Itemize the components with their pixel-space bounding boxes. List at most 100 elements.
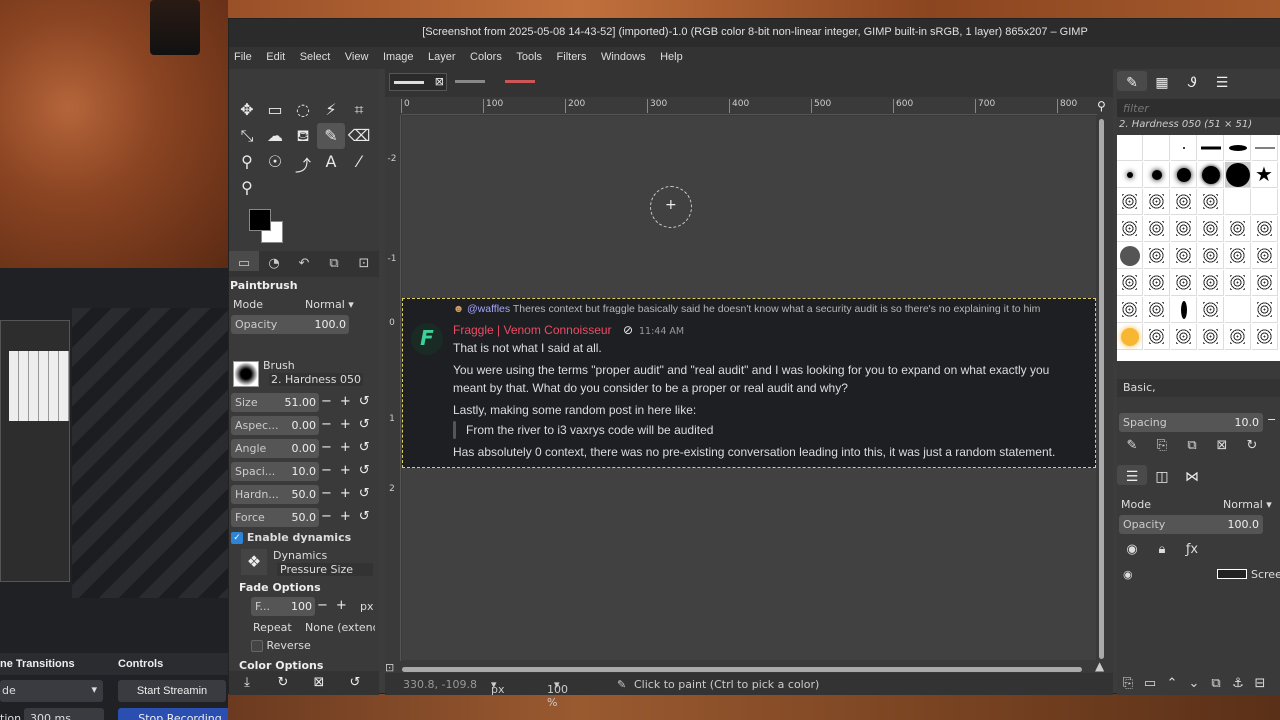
brush-cell[interactable] xyxy=(1252,216,1278,242)
force-slider[interactable]: Force 50.0 xyxy=(231,508,319,527)
brush-cell[interactable] xyxy=(1171,297,1197,323)
brushes-tab-icon[interactable]: ✎ xyxy=(1117,71,1147,91)
brush-cell[interactable] xyxy=(1198,243,1224,269)
brush-cell[interactable] xyxy=(1198,162,1224,188)
brush-cell[interactable] xyxy=(1225,243,1251,269)
dynamics-icon[interactable]: ❖ xyxy=(241,549,267,575)
zoom-select[interactable]: 100 % ▾ xyxy=(547,678,568,709)
warp-tool-icon[interactable]: ☁ xyxy=(261,123,289,149)
image-tab-active[interactable]: ⊠ xyxy=(389,73,447,91)
paintbrush-tool-icon[interactable]: ✎ xyxy=(317,123,345,149)
rect-select-tool-icon[interactable]: ▭ xyxy=(261,97,289,123)
brush-cell[interactable] xyxy=(1117,297,1143,323)
mode-select[interactable]: Normal ▾ xyxy=(305,298,354,311)
tool-presets-tab-icon[interactable]: ☰ xyxy=(1207,71,1237,91)
restore-options-icon[interactable]: ↻ xyxy=(265,671,301,690)
size-slider[interactable]: Size 51.00 xyxy=(231,393,319,412)
brush-tag-select[interactable]: Basic, xyxy=(1117,379,1280,397)
brush-spacing-slider[interactable]: Spacing 10.0 xyxy=(1119,413,1263,432)
brush-cell[interactable] xyxy=(1252,243,1278,269)
brush-cell[interactable] xyxy=(1171,135,1197,161)
duplicate-layer-icon[interactable]: ⧉ xyxy=(1205,673,1227,691)
tab-menu-icon[interactable]: ⊡ xyxy=(349,251,379,271)
brush-cell[interactable] xyxy=(1117,216,1143,242)
brush-cell[interactable] xyxy=(1117,189,1143,215)
navigate-icon[interactable]: ▲ xyxy=(1095,659,1104,673)
brush-cell[interactable] xyxy=(1171,189,1197,215)
layer-item[interactable]: ◉ Screen xyxy=(1117,565,1280,587)
spacing-slider[interactable]: Spaci... 10.0 xyxy=(231,462,319,481)
raise-layer-icon[interactable]: ⌃ xyxy=(1161,673,1183,691)
brush-cell[interactable] xyxy=(1225,135,1251,161)
layer-opacity-slider[interactable]: Opacity 100.0 xyxy=(1119,515,1263,534)
dynamics-select[interactable]: Pressure Size xyxy=(277,563,373,576)
brush-cell[interactable] xyxy=(1144,270,1170,296)
enable-dynamics-checkbox[interactable]: ✓ xyxy=(231,532,243,544)
color-picker-tool-icon[interactable]: ⁄ xyxy=(345,149,373,175)
brush-cell[interactable] xyxy=(1225,297,1251,323)
brush-cell[interactable] xyxy=(1117,135,1143,161)
save-options-icon[interactable]: ⤓ xyxy=(229,671,265,690)
obs-transition-select[interactable]: de ▾ xyxy=(0,680,103,702)
menu-select[interactable]: Select xyxy=(300,47,331,63)
brush-cell[interactable] xyxy=(1198,270,1224,296)
bucket-fill-tool-icon[interactable]: ⛾ xyxy=(289,123,317,149)
zoom-navigate-icon[interactable]: ⚲ xyxy=(1097,99,1106,113)
lasso-tool-icon[interactable]: ◌ xyxy=(289,97,317,123)
unified-transform-tool-icon[interactable]: ⤡ xyxy=(233,123,261,149)
brush-cell-star[interactable]: ★ xyxy=(1252,162,1278,188)
reverse-row[interactable]: Reverse xyxy=(251,639,371,658)
angle-controls[interactable]: −+↺ xyxy=(321,440,378,455)
brush-cell[interactable] xyxy=(1198,135,1224,161)
menu-file[interactable]: File xyxy=(234,47,252,63)
enable-dynamics-row[interactable]: ✓ Enable dynamics xyxy=(231,531,371,550)
unit-select[interactable]: px ▾ xyxy=(491,678,505,696)
brush-cell[interactable] xyxy=(1198,189,1224,215)
brush-name[interactable]: 2. Hardness 050 xyxy=(269,373,364,386)
brush-cell[interactable] xyxy=(1171,270,1197,296)
effects-icon[interactable]: ƒx xyxy=(1177,539,1207,557)
delete-brush-icon[interactable]: ⊠ xyxy=(1207,435,1237,453)
brush-cell[interactable] xyxy=(1144,135,1170,161)
layer-visibility-icon[interactable]: ◉ xyxy=(1123,568,1133,581)
brush-cell[interactable] xyxy=(1117,243,1143,269)
brush-filter-input[interactable] xyxy=(1117,99,1280,117)
reverse-checkbox[interactable] xyxy=(251,640,263,652)
new-group-icon[interactable]: ▭ xyxy=(1139,673,1161,691)
brush-cell[interactable] xyxy=(1225,270,1251,296)
smudge-tool-icon[interactable]: ☉ xyxy=(261,149,289,175)
delete-options-icon[interactable]: ⊠ xyxy=(301,671,337,690)
menu-edit[interactable]: Edit xyxy=(266,47,285,63)
layer-mode-select[interactable]: Normal ▾ xyxy=(1223,498,1272,511)
brush-cell[interactable] xyxy=(1252,189,1278,215)
brush-cell[interactable] xyxy=(1171,243,1197,269)
brush-cell[interactable] xyxy=(1225,216,1251,242)
force-controls[interactable]: −+↺ xyxy=(321,509,378,524)
menu-image[interactable]: Image xyxy=(383,47,414,63)
new-layer-icon[interactable]: ⎘ xyxy=(1117,673,1139,691)
fonts-tab-icon[interactable]: Ꮽ xyxy=(1177,71,1207,91)
obs-duration-field[interactable]: 300 ms xyxy=(24,708,104,720)
brush-cell[interactable] xyxy=(1144,324,1170,350)
crop-tool-icon[interactable]: ⌗ xyxy=(345,97,373,123)
brush-preview[interactable] xyxy=(233,361,259,387)
anchor-layer-icon[interactable]: ⚓︎ xyxy=(1227,673,1249,691)
brush-cell[interactable] xyxy=(1144,243,1170,269)
start-streaming-button[interactable]: Start Streamin xyxy=(118,680,226,702)
brush-grid[interactable]: ★ xyxy=(1117,135,1280,361)
menu-filters[interactable]: Filters xyxy=(557,47,587,63)
menu-colors[interactable]: Colors xyxy=(470,47,502,63)
brush-cell[interactable] xyxy=(1252,270,1278,296)
layers-tab-icon[interactable]: ☰ xyxy=(1117,465,1147,485)
lock-icon[interactable]: 🔒︎ xyxy=(1147,539,1177,557)
refresh-brushes-icon[interactable]: ↻ xyxy=(1237,435,1267,453)
opacity-slider[interactable]: Opacity 100.0 xyxy=(231,315,349,334)
fade-length-slider[interactable]: F... 100 xyxy=(251,597,315,616)
vertical-scrollbar[interactable] xyxy=(1099,119,1104,659)
brush-cell[interactable] xyxy=(1117,324,1143,350)
reset-options-icon[interactable]: ↺ xyxy=(337,671,373,690)
brush-cell[interactable] xyxy=(1144,297,1170,323)
move-tool-icon[interactable]: ✥ xyxy=(233,97,261,123)
brush-cell-selected[interactable] xyxy=(1225,162,1251,188)
menu-tools[interactable]: Tools xyxy=(516,47,542,63)
